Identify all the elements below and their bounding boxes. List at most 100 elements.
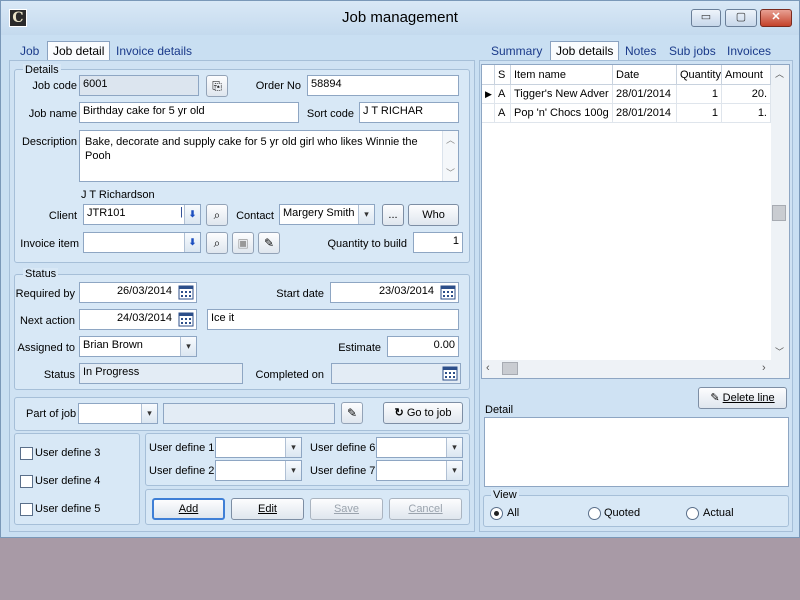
job-name-field[interactable]: Birthday cake for 5 yr old (79, 102, 299, 123)
start-date-label: Start date (276, 288, 324, 300)
maximize-button[interactable]: ▢ (725, 9, 757, 27)
scroll-left-icon[interactable]: ‹ (486, 362, 490, 374)
sort-code-field[interactable]: J T RICHAR (359, 102, 459, 123)
required-by-value: 26/03/2014 (116, 285, 172, 297)
row-quantity: 1 (677, 85, 722, 104)
next-action-text-field[interactable]: Ice it (207, 309, 459, 330)
view-actual-radio[interactable] (686, 507, 699, 520)
row-indicator (482, 104, 495, 123)
calendar-icon[interactable] (439, 284, 457, 301)
contact-select[interactable]: Margery Smith ▾ (279, 204, 375, 225)
column-header-quantity[interactable]: Quantity (677, 65, 722, 85)
edit-button[interactable]: Edit (231, 498, 304, 520)
who-button[interactable]: Who (408, 204, 459, 226)
user-define-3-checkbox[interactable] (20, 447, 33, 460)
next-action-date-field[interactable]: 24/03/2014 (79, 309, 197, 330)
cancel-button[interactable]: Cancel (389, 498, 462, 520)
assigned-to-select[interactable]: Brian Brown ▾ (79, 336, 197, 357)
invoice-item-lookup-icon[interactable]: ⬇ (184, 233, 200, 252)
order-no-field[interactable]: 58894 (307, 75, 459, 96)
scroll-thumb[interactable] (772, 205, 786, 221)
scroll-right-icon[interactable]: › (762, 362, 766, 374)
user-define-7-label: User define 7 (310, 465, 376, 477)
client-cursor: | (180, 206, 183, 218)
scroll-up-icon[interactable]: ︿ (775, 67, 784, 80)
close-button[interactable]: ✕ (760, 9, 792, 27)
calendar-icon[interactable] (441, 365, 459, 382)
table-row[interactable]: A Pop 'n' Chocs 100g 28/01/2014 1 1. (482, 104, 771, 123)
user-define-7-select[interactable]: ▾ (376, 460, 463, 481)
qty-to-build-field[interactable]: 1 (413, 232, 463, 253)
detail-field[interactable] (484, 417, 789, 487)
contact-more-button[interactable]: ... (382, 204, 404, 226)
minimize-button[interactable]: ▭ (691, 9, 721, 27)
user-define-4-label: User define 4 (35, 475, 101, 487)
tab-summary[interactable]: Summary (486, 42, 547, 60)
user-define-2-label: User define 2 (149, 465, 215, 477)
calendar-icon[interactable] (177, 284, 195, 301)
required-by-field[interactable]: 26/03/2014 (79, 282, 197, 303)
part-of-job-select[interactable]: ▾ (78, 403, 158, 424)
invoice-item-field[interactable]: ⬇ (83, 232, 201, 253)
view-all-radio[interactable] (490, 507, 503, 520)
row-quantity: 1 (677, 104, 722, 123)
scroll-down-icon[interactable]: ﹀ (775, 345, 784, 358)
grid-vertical-scrollbar[interactable]: ︿ ﹀ (771, 65, 789, 360)
order-no-label: Order No (255, 80, 301, 92)
invoice-item-search-button[interactable]: ⌕ (206, 232, 228, 254)
arrow-return-icon: ↻ (394, 407, 404, 419)
column-header-s[interactable]: S (495, 65, 511, 85)
user-define-2-select[interactable]: ▾ (215, 460, 302, 481)
user-define-6-select[interactable]: ▾ (376, 437, 463, 458)
completed-on-field[interactable] (331, 363, 461, 384)
calendar-icon[interactable] (177, 311, 195, 328)
column-header-date[interactable]: Date (613, 65, 677, 85)
start-date-value: 23/03/2014 (378, 285, 434, 297)
start-date-field[interactable]: 23/03/2014 (330, 282, 459, 303)
client-search-button[interactable]: ⌕ (206, 204, 228, 226)
invoice-item-label: Invoice item (20, 238, 79, 250)
user-define-1-select[interactable]: ▾ (215, 437, 302, 458)
table-row[interactable]: ▶ A Tigger's New Adver 28/01/2014 1 20. (482, 85, 771, 104)
delete-icon: ✎ (710, 392, 720, 404)
cancel-label: Cancel (408, 503, 443, 515)
grid-horizontal-scrollbar[interactable]: ‹ › (482, 360, 789, 378)
tab-job-detail[interactable]: Job detail (47, 41, 111, 61)
assigned-to-label: Assigned to (17, 342, 75, 354)
tab-job[interactable]: Job (15, 42, 44, 60)
contact-value: Margery Smith (283, 207, 355, 219)
part-of-job-name-field (163, 403, 335, 424)
view-quoted-radio[interactable] (588, 507, 601, 520)
column-header-item-name[interactable]: Item name (511, 65, 613, 85)
delete-line-button[interactable]: ✎ Delete line (698, 387, 787, 409)
client-lookup-icon[interactable]: ⬇ (184, 205, 200, 224)
column-header-amount[interactable]: Amount (722, 65, 771, 85)
edit-item-button[interactable]: ✎ (258, 232, 280, 254)
estimate-field[interactable]: 0.00 (387, 336, 459, 357)
client-name-label: J T Richardson (81, 189, 155, 201)
tab-sub-jobs[interactable]: Sub jobs (664, 42, 721, 60)
part-of-job-edit-button[interactable]: ✎ (341, 402, 363, 424)
user-define-5-checkbox[interactable] (20, 503, 33, 516)
tab-invoices[interactable]: Invoices (722, 42, 776, 60)
user-define-6-label: User define 6 (310, 442, 376, 454)
description-text: Bake, decorate and supply cake for 5 yr … (85, 136, 418, 162)
tab-invoice-details[interactable]: Invoice details (111, 42, 197, 60)
description-scrollbar[interactable]: ︿ ﹀ (442, 131, 458, 181)
save-button[interactable]: Save (310, 498, 383, 520)
stock-button[interactable]: ▣ (232, 232, 254, 254)
save-label: Save (333, 503, 360, 515)
scroll-thumb-horizontal[interactable] (502, 362, 518, 375)
tab-notes[interactable]: Notes (620, 42, 661, 60)
user-define-4-checkbox[interactable] (20, 475, 33, 488)
view-quoted-label: Quoted (604, 507, 641, 519)
add-button[interactable]: Add (152, 498, 225, 520)
tab-job-details[interactable]: Job details (550, 41, 620, 61)
job-code-field[interactable]: 6001 (79, 75, 199, 96)
copy-job-button[interactable]: ⎘ (206, 75, 228, 97)
go-to-job-button[interactable]: ↻ Go to job (383, 402, 463, 424)
client-field[interactable]: JTR101 | ⬇ (83, 204, 201, 225)
row-item-name: Pop 'n' Chocs 100g (511, 104, 613, 123)
description-field[interactable]: Bake, decorate and supply cake for 5 yr … (79, 130, 459, 182)
binoculars-icon: ⌕ (213, 208, 221, 222)
